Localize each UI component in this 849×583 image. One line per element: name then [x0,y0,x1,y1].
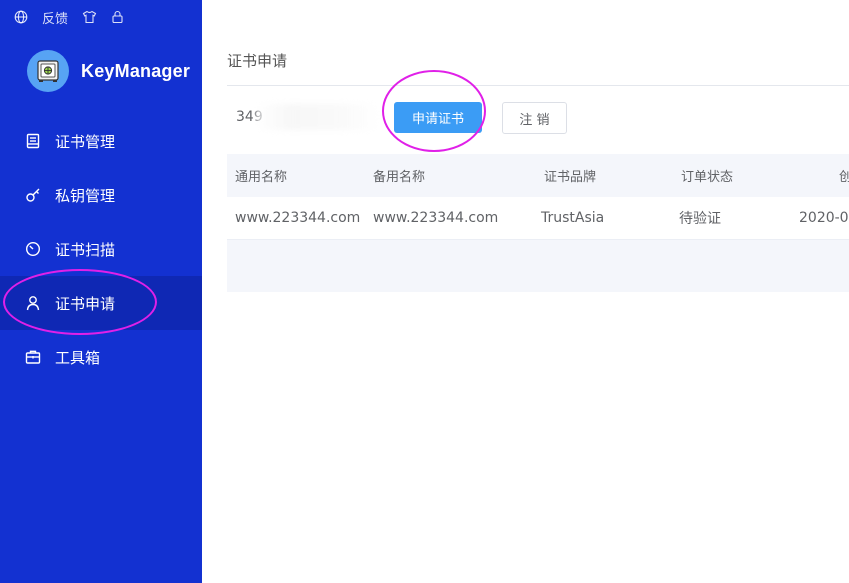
certificate-table: 通用名称 备用名称 证书品牌 订单状态 创 www.223344.com www… [227,154,849,292]
title-divider [227,85,849,86]
sidebar-item-label: 证书管理 [55,132,116,151]
cancel-button[interactable]: 注 销 [502,102,567,134]
sidebar-item-label: 证书扫描 [55,240,116,259]
sidebar-item-label: 私钥管理 [55,186,116,205]
toolbox-icon [24,348,42,366]
column-header: 备用名称 [373,170,426,185]
safe-logo-icon [27,50,69,92]
sidebar-nav: 证书管理 私钥管理 证书扫描 证书申请 工具箱 [0,114,202,384]
column-header: 创 [839,170,849,185]
feedback-link[interactable]: 反馈 [42,8,68,27]
table-empty-area [227,240,849,292]
table-cell: TrustAsia [541,210,605,226]
user-icon [24,294,42,312]
table-cell: 2020-07 [799,210,849,226]
table-cell: www.223344.com [235,210,361,226]
table-cell: www.223344.com [373,210,499,226]
theme-switch[interactable] [82,10,97,24]
sidebar-item-certificate-scan[interactable]: 证书扫描 [0,222,202,276]
feedback-label: 反馈 [42,11,69,27]
globe-icon [14,10,28,24]
key-icon [24,186,42,204]
main-content: 证书申请 349 申请证书 注 销 通用名称 备用名称 证书品牌 订单状态 创 … [227,0,849,583]
sidebar-item-certificate-apply[interactable]: 证书申请 [0,276,202,330]
sidebar-item-label: 工具箱 [55,348,101,367]
lock-icon [112,10,123,24]
redacted-text [255,104,380,130]
scan-icon [24,240,42,258]
sidebar-item-certificate-management[interactable]: 证书管理 [0,114,202,168]
column-header: 证书品牌 [544,170,597,185]
sidebar-topbar: 反馈 [0,0,202,34]
lock-button[interactable] [111,10,124,24]
sidebar-item-toolbox[interactable]: 工具箱 [0,330,202,384]
page-title: 证书申请 [227,52,288,70]
apply-certificate-button[interactable]: 申请证书 [394,102,482,133]
table-row[interactable]: www.223344.com www.223344.com TrustAsia … [227,197,849,240]
column-header: 通用名称 [235,170,288,185]
table-header: 通用名称 备用名称 证书品牌 订单状态 创 [227,154,849,197]
table-cell: 待验证 [679,211,721,227]
brand[interactable]: KeyManager [27,50,190,92]
shirt-icon [82,10,97,24]
sidebar: 反馈 KeyManager 证书管理 私钥管理 证书扫描 证书申请 工具箱 [0,0,202,583]
sidebar-item-label: 证书申请 [55,294,116,313]
column-header: 订单状态 [681,170,734,185]
certificate-icon [24,132,42,150]
brand-name: KeyManager [81,60,191,81]
language-switch[interactable] [14,10,28,24]
sidebar-item-key-management[interactable]: 私钥管理 [0,168,202,222]
